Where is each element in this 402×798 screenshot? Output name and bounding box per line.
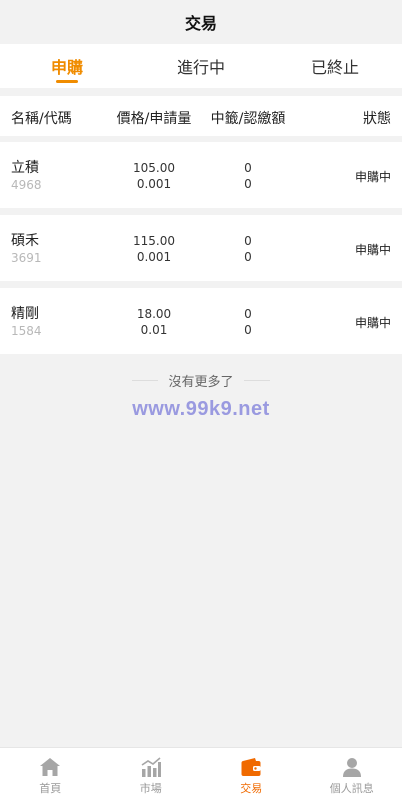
column-header-name: 名稱/代碼 [11, 111, 72, 127]
quantity-value: 0.01 [140, 323, 168, 337]
win-value: 0 [244, 161, 252, 175]
quantity-value: 0.001 [136, 250, 172, 264]
stock-name-cell: 精剛 1584 [11, 305, 42, 339]
tabbar-item-market[interactable]: 市場 [101, 748, 202, 798]
user-icon [342, 758, 361, 777]
quantity-value: 0.001 [136, 177, 172, 191]
home-icon [40, 758, 61, 776]
price-value: 18.00 [136, 307, 172, 321]
tab-in-progress[interactable]: 進行中 [134, 44, 268, 88]
tab-label: 申購 [50, 58, 83, 77]
watermark: www.99k9.net [132, 398, 270, 420]
tab-subscribe[interactable]: 申購 [0, 44, 134, 88]
tab-bar: 申購 進行中 已終止 [0, 44, 402, 88]
price-cell: 115.00 0.001 [104, 233, 204, 265]
win-cell: 0 0 [200, 160, 296, 192]
tabbar-label: 首頁 [39, 782, 62, 795]
tabbar-label: 個人訊息 [329, 782, 374, 795]
price-value: 105.00 [133, 161, 175, 175]
stock-code: 1584 [11, 324, 42, 338]
page-title: 交易 [0, 0, 402, 44]
stock-code: 3691 [11, 251, 42, 265]
stock-code: 4968 [11, 178, 42, 192]
table-row[interactable]: 立積 4968 105.00 0.001 0 0 申購中 [0, 142, 402, 208]
stock-name: 精剛 [11, 306, 39, 322]
tab-terminated[interactable]: 已終止 [268, 44, 402, 88]
stock-name: 碩禾 [11, 233, 39, 249]
win-value: 0 [244, 234, 252, 248]
column-header-price: 價格/申請量 [116, 111, 192, 127]
tabbar-item-home[interactable]: 首頁 [0, 748, 101, 798]
tab-label: 進行中 [176, 58, 225, 77]
status-text: 申購中 [354, 316, 391, 330]
status-text: 申購中 [354, 243, 391, 257]
column-header-win: 中籤/認繳額 [210, 111, 286, 127]
stock-name-cell: 碩禾 3691 [11, 232, 42, 266]
chart-icon [141, 757, 161, 777]
price-cell: 105.00 0.001 [104, 160, 204, 192]
divider [243, 379, 270, 381]
stock-name: 立積 [11, 160, 39, 176]
amount-value: 0 [244, 250, 252, 264]
tabbar-label: 交易 [240, 782, 263, 795]
column-header-state: 狀態 [363, 111, 391, 127]
bottom-tab-bar: 首頁 市場 交易 個人訊息 [0, 747, 402, 798]
amount-value: 0 [244, 323, 252, 337]
no-more-text: 沒有更多了 [168, 374, 234, 390]
wallet-icon [241, 758, 261, 776]
table-row[interactable]: 精剛 1584 18.00 0.01 0 0 申購中 [0, 288, 402, 354]
status-text: 申購中 [354, 170, 391, 184]
tabbar-item-profile[interactable]: 個人訊息 [302, 748, 402, 798]
tab-label: 已終止 [310, 58, 359, 77]
tabbar-item-trade[interactable]: 交易 [201, 748, 302, 798]
table-row[interactable]: 碩禾 3691 115.00 0.001 0 0 申購中 [0, 215, 402, 281]
divider [132, 379, 159, 381]
no-more-indicator: 沒有更多了 [0, 370, 402, 390]
price-cell: 18.00 0.01 [104, 306, 204, 338]
price-value: 115.00 [133, 234, 175, 248]
win-cell: 0 0 [200, 233, 296, 265]
win-cell: 0 0 [200, 306, 296, 338]
tab-active-indicator [56, 80, 78, 83]
win-value: 0 [244, 307, 252, 321]
tabbar-label: 市場 [139, 782, 162, 795]
table-header: 名稱/代碼 價格/申請量 中籤/認繳額 狀態 [0, 96, 402, 136]
amount-value: 0 [244, 177, 252, 191]
stock-name-cell: 立積 4968 [11, 159, 42, 193]
